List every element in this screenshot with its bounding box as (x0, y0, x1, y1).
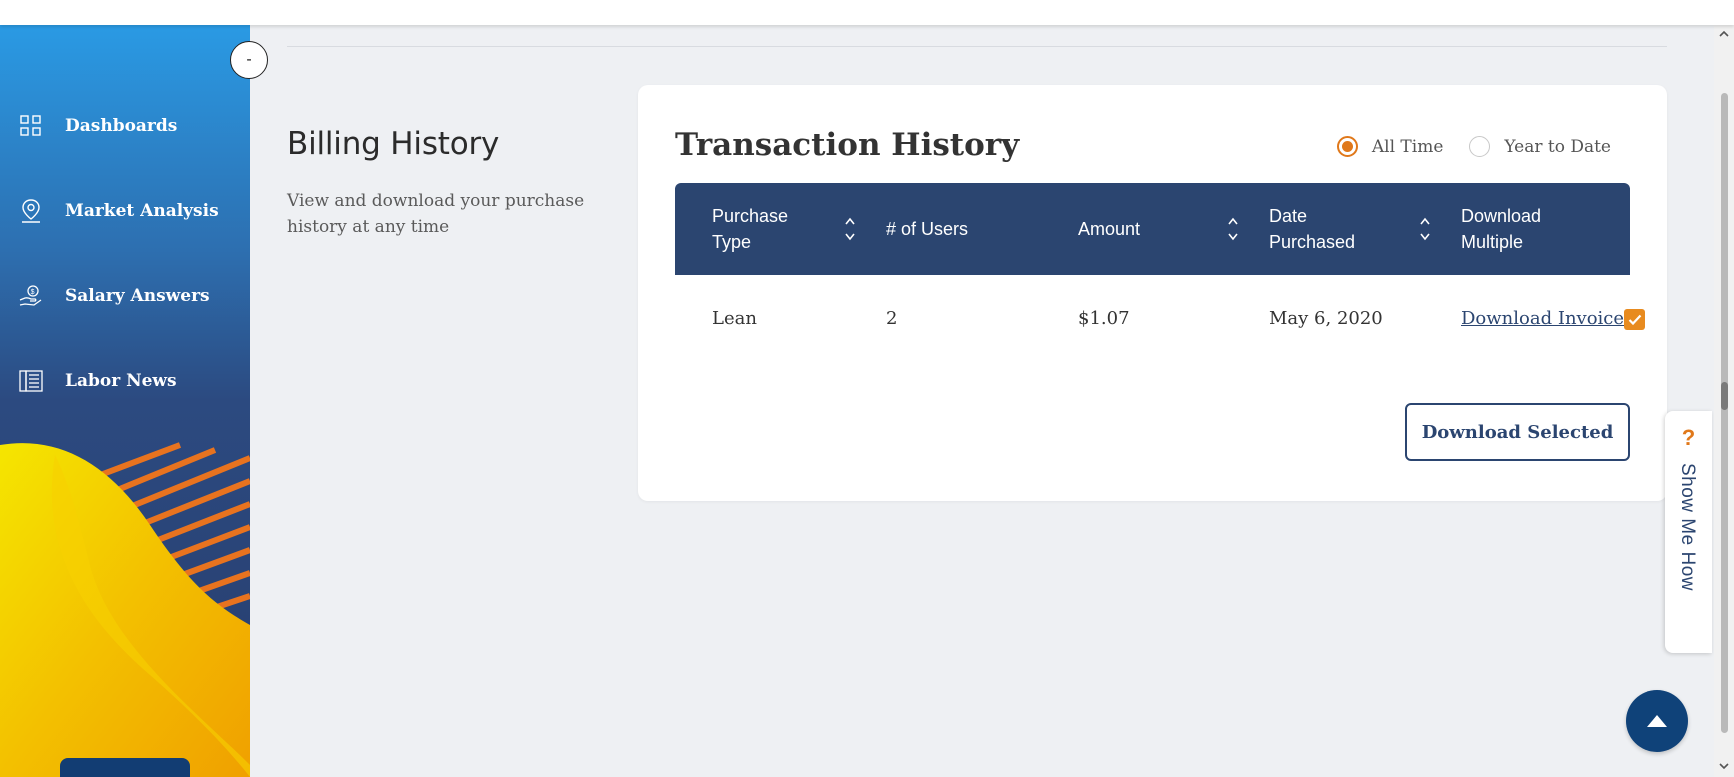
sidebar-item-labor-news[interactable]: Labor News (0, 353, 250, 409)
cell-date: May 6, 2020 (1269, 308, 1383, 329)
column-header-users: # of Users (886, 219, 969, 239)
transaction-history-card: Transaction History All Time Year to Dat… (638, 85, 1667, 501)
radio-label: All Time (1371, 136, 1444, 157)
scrollbar-thumb-grip[interactable] (1721, 382, 1728, 410)
page-title: Billing History (287, 126, 500, 162)
filter-all-time[interactable]: All Time (1336, 136, 1444, 157)
page-scrollbar[interactable] (1714, 25, 1734, 777)
sort-arrows-icon[interactable] (1419, 216, 1431, 242)
sidebar-item-label: Labor News (65, 371, 177, 391)
map-pin-icon (19, 199, 43, 223)
column-header-download-multiple: Download Multiple (1461, 206, 1542, 252)
scroll-to-top-button[interactable] (1626, 690, 1688, 752)
top-bar (0, 0, 1734, 25)
sort-arrows-icon[interactable] (844, 216, 856, 242)
newspaper-icon (19, 369, 43, 393)
radio-button[interactable] (1469, 136, 1491, 157)
scrollbar-thumb[interactable] (1721, 93, 1728, 733)
show-me-how-tab[interactable]: ? Show Me How (1665, 411, 1712, 653)
sort-arrows-icon[interactable] (1227, 216, 1239, 242)
table-header: Purchase Type # of Users Amount Date Pur… (675, 183, 1630, 275)
sidebar: Dashboards Market Analysis $ Salary Answ… (0, 25, 250, 777)
dashboard-grid-icon (19, 114, 43, 138)
cell-amount: $1.07 (1078, 308, 1130, 329)
sidebar-item-salary-answers[interactable]: $ Salary Answers (0, 268, 250, 324)
download-invoice-link[interactable]: Download Invoice (1461, 308, 1624, 329)
sidebar-item-dashboards[interactable]: Dashboards (0, 98, 250, 154)
sidebar-item-label: Market Analysis (65, 201, 219, 221)
radio-label: Year to Date (1504, 136, 1611, 157)
sidebar-item-label: Dashboards (65, 116, 178, 136)
cell-purchase-type: Lean (712, 308, 757, 329)
radio-button[interactable] (1336, 136, 1358, 157)
checkmark-icon (1628, 314, 1641, 325)
sidebar-bottom-button[interactable] (60, 758, 190, 777)
sidebar-item-label: Salary Answers (65, 286, 210, 306)
scroll-down-arrow-icon[interactable] (1718, 761, 1730, 771)
time-filter: All Time Year to Date (1336, 136, 1611, 157)
cell-users: 2 (886, 308, 898, 329)
sidebar-collapse-button[interactable]: - (230, 41, 268, 79)
download-selected-button[interactable]: Download Selected (1405, 403, 1630, 461)
column-header-amount[interactable]: Amount (1078, 183, 1140, 275)
hand-dollar-icon: $ (19, 284, 43, 308)
scroll-to-top-icon (1647, 715, 1667, 727)
svg-text:$: $ (31, 289, 35, 296)
show-me-how-label: Show Me How (1677, 463, 1698, 591)
row-select-checkbox[interactable] (1624, 309, 1645, 330)
column-header-purchase-type[interactable]: Purchase Type (712, 183, 822, 275)
question-mark-icon: ? (1681, 425, 1696, 450)
sidebar-item-market-analysis[interactable]: Market Analysis (0, 183, 250, 239)
column-header-date-purchased[interactable]: Date Purchased (1269, 183, 1389, 275)
divider (287, 46, 1667, 47)
card-title: Transaction History (675, 127, 1020, 163)
page-description: View and download your purchase history … (287, 191, 585, 237)
scroll-up-arrow-icon[interactable] (1718, 29, 1730, 39)
filter-year-to-date[interactable]: Year to Date (1469, 136, 1611, 157)
